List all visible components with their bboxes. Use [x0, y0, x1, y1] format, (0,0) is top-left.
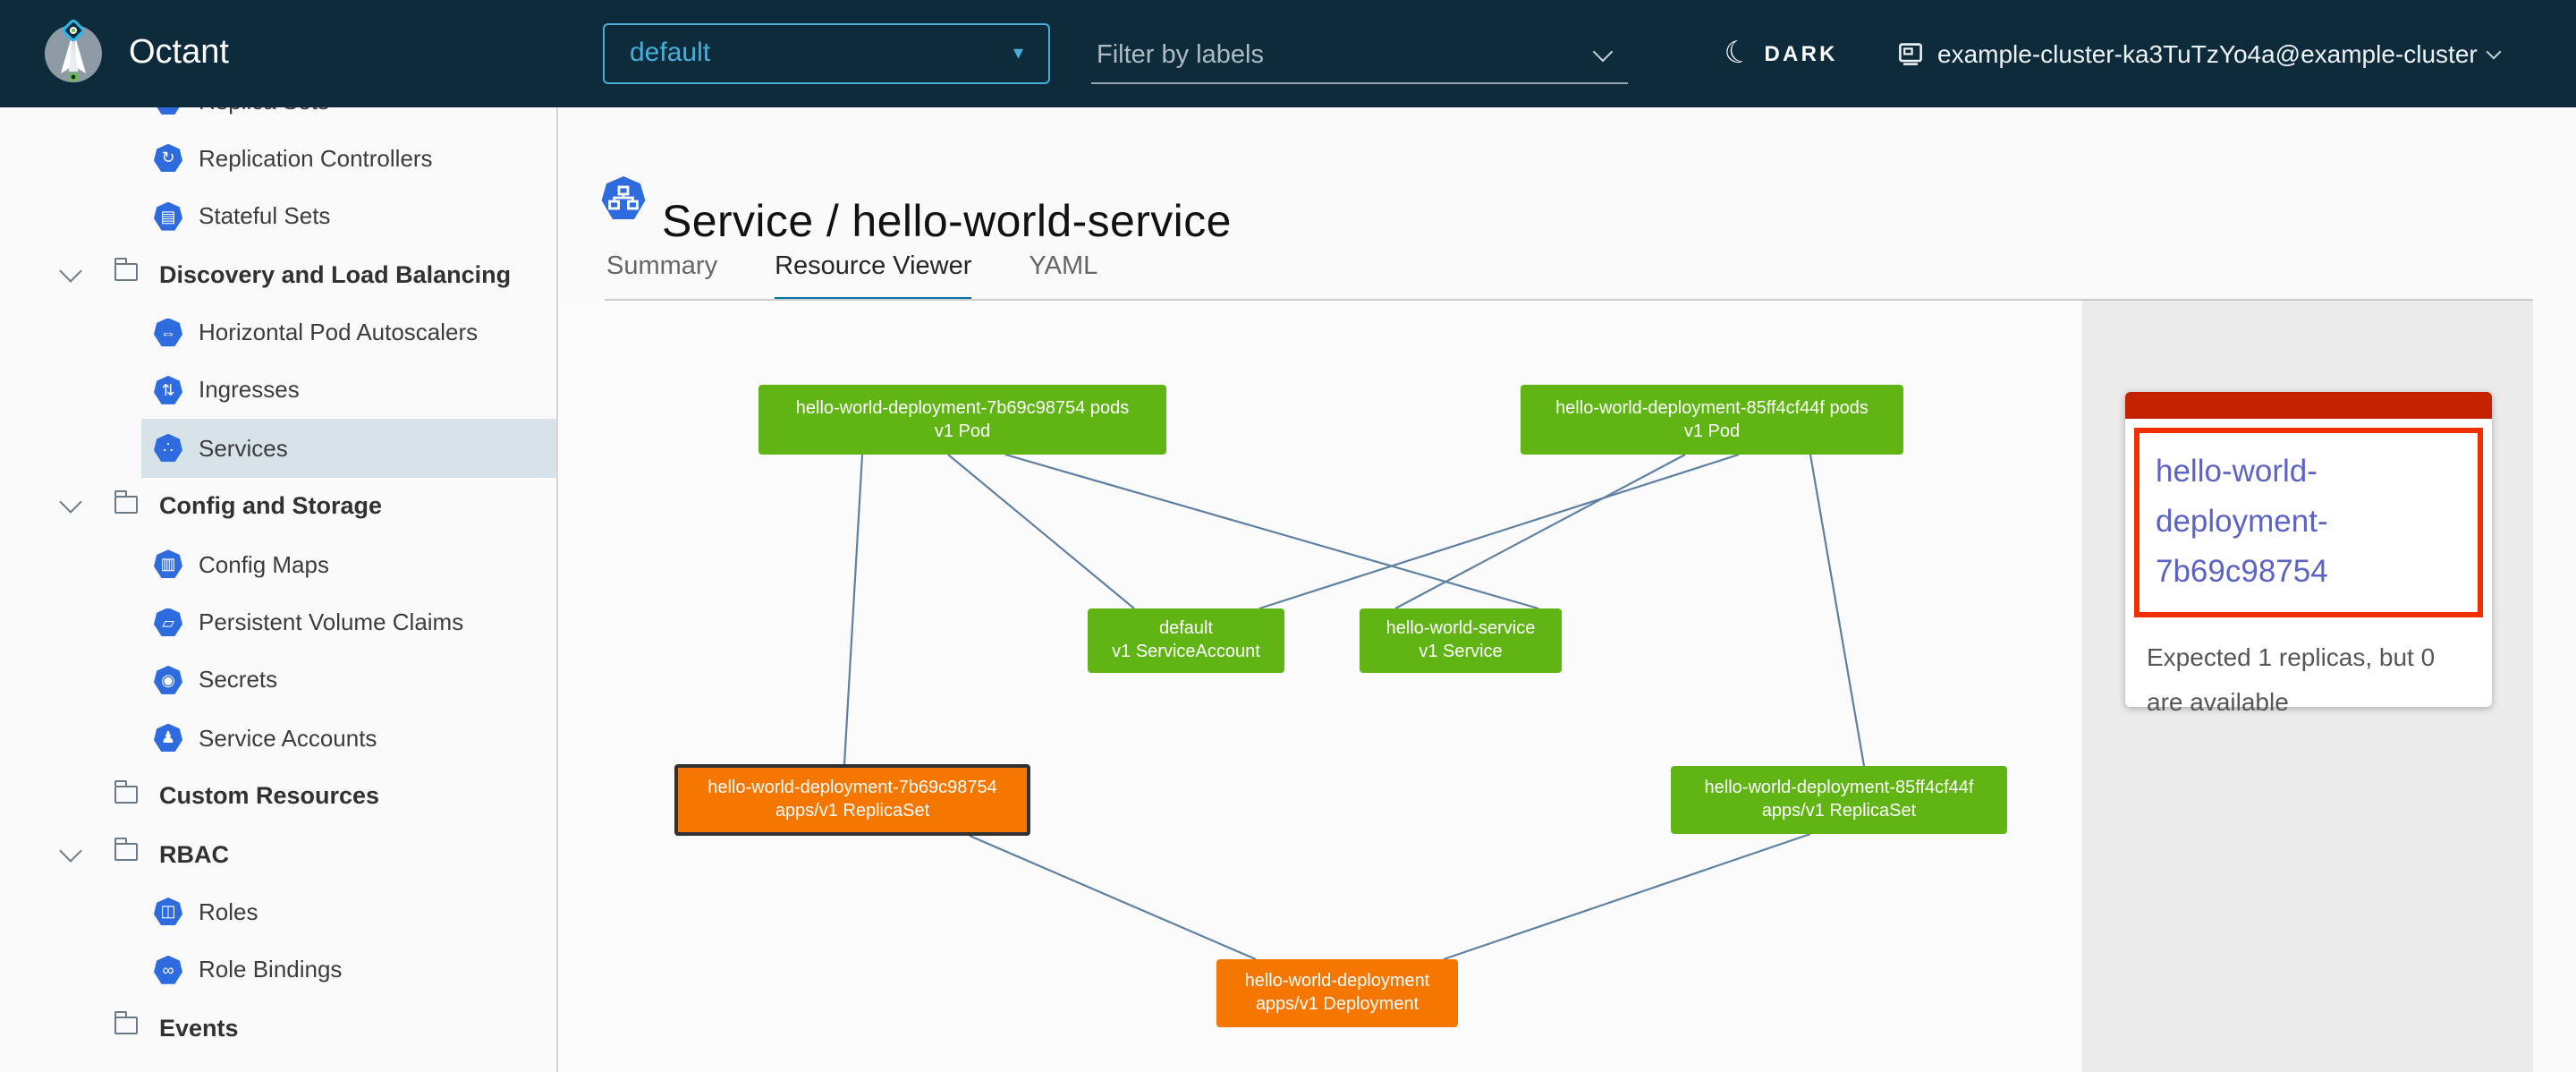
- folder-icon: [114, 1017, 138, 1035]
- sidebar-group-config-and-storage[interactable]: Config and Storage: [0, 477, 556, 535]
- header-bar: Octant default ▾ Filter by labels ☾ DARK…: [0, 0, 2576, 107]
- sidebar-item-roles[interactable]: ◫ Roles: [0, 883, 556, 941]
- sidebar-item-config-maps[interactable]: ▥ Config Maps: [0, 535, 556, 593]
- namespace-dropdown[interactable]: default ▾: [603, 23, 1050, 84]
- cluster-context-label: example-cluster-ka3TuTzYo4a@example-clus…: [1937, 39, 2478, 68]
- service-account-icon: ♟: [154, 724, 182, 753]
- sidebar-item-secrets[interactable]: ◉ Secrets: [0, 651, 556, 709]
- sidebar-item-persistent-volume-claims[interactable]: ▱ Persistent Volume Claims: [0, 593, 556, 651]
- sidebar-item-ingresses[interactable]: ⇅ Ingresses: [0, 362, 556, 420]
- graph-edge: [1005, 455, 1538, 608]
- resource-viewer-graph[interactable]: hello-world-deployment-7b69c98754 pods v…: [558, 301, 2082, 1072]
- graph-node-service-hello-world[interactable]: hello-world-service v1 Service: [1360, 608, 1562, 673]
- caret-down-icon: ▾: [1013, 25, 1023, 82]
- graph-node-serviceaccount-default[interactable]: default v1 ServiceAccount: [1088, 608, 1284, 673]
- sidebar-group-rbac[interactable]: RBAC: [0, 825, 556, 883]
- dark-theme-toggle[interactable]: ☾ DARK: [1724, 0, 1838, 107]
- sidebar-item-replication-controllers[interactable]: ↻ Replication Controllers: [0, 129, 556, 187]
- replica-warning-message: Expected 1 replicas, but 0 are available: [2125, 617, 2492, 743]
- alert-border-box: hello-world-deployment-7b69c98754: [2134, 428, 2483, 617]
- folder-icon: [114, 785, 138, 803]
- selected-node-card: hello-world-deployment-7b69c98754 Expect…: [2125, 392, 2492, 707]
- octant-logo-icon: [39, 20, 107, 88]
- node-detail-panel: hello-world-deployment-7b69c98754 Expect…: [2082, 301, 2533, 1072]
- graph-edge: [948, 455, 1134, 608]
- cluster-icon: [1896, 39, 1925, 68]
- graph-edge: [1810, 455, 1864, 766]
- graph-node-pod-85ff4cf44f[interactable]: hello-world-deployment-85ff4cf44f pods v…: [1521, 385, 1903, 455]
- sidebar-item-role-bindings[interactable]: ∞ Role Bindings: [0, 940, 556, 999]
- pvc-icon: ▱: [154, 608, 182, 636]
- ingress-icon: ⇅: [154, 376, 182, 404]
- sidebar-item-services[interactable]: ∴ Services: [0, 419, 556, 477]
- graph-edge: [1444, 834, 1810, 959]
- folder-icon: [114, 843, 138, 861]
- graph-edge: [844, 455, 862, 764]
- dark-label: DARK: [1765, 41, 1838, 66]
- graph-edge: [1259, 455, 1739, 608]
- replica-set-icon: ⊞: [154, 107, 182, 115]
- graph-node-replicaset-85ff4cf44f[interactable]: hello-world-deployment-85ff4cf44f apps/v…: [1671, 766, 2007, 834]
- sidebar-item-replica-sets[interactable]: ⊞ Replica Sets: [0, 107, 556, 129]
- config-map-icon: ▥: [154, 549, 182, 578]
- chevron-down-icon: [2486, 44, 2501, 59]
- role-icon: ◫: [154, 898, 182, 926]
- sidebar-group-events[interactable]: Events: [0, 999, 556, 1057]
- sidebar-item-service-accounts[interactable]: ♟ Service Accounts: [0, 709, 556, 767]
- secret-icon: ◉: [154, 666, 182, 694]
- role-binding-icon: ∞: [154, 956, 182, 984]
- sidebar-group-discovery-load-balancing[interactable]: Discovery and Load Balancing: [0, 245, 556, 303]
- chevron-down-icon[interactable]: [59, 491, 81, 514]
- graph-node-pod-7b69c98754[interactable]: hello-world-deployment-7b69c98754 pods v…: [758, 385, 1166, 455]
- graph-edge: [970, 836, 1256, 959]
- alert-status-bar: [2125, 392, 2492, 419]
- app-title: Octant: [129, 0, 229, 107]
- sidebar-item-stateful-sets[interactable]: ▤ Stateful Sets: [0, 187, 556, 245]
- chevron-down-icon[interactable]: [59, 259, 81, 282]
- selected-resource-link[interactable]: hello-world-deployment-7b69c98754: [2156, 446, 2462, 596]
- graph-node-replicaset-7b69c98754[interactable]: hello-world-deployment-7b69c98754 apps/v…: [674, 764, 1030, 836]
- graph-node-deployment-hello-world[interactable]: hello-world-deployment apps/v1 Deploymen…: [1216, 959, 1458, 1027]
- service-icon: [601, 175, 646, 220]
- folder-icon: [114, 263, 138, 281]
- stateful-set-icon: ▤: [154, 202, 182, 231]
- sidebar-item-horizontal-pod-autoscalers[interactable]: ⇔ Horizontal Pod Autoscalers: [0, 303, 556, 362]
- cluster-context-menu[interactable]: example-cluster-ka3TuTzYo4a@example-clus…: [1896, 0, 2499, 107]
- namespace-value: default: [630, 38, 710, 68]
- filter-placeholder: Filter by labels: [1091, 30, 1628, 81]
- moon-icon: ☾: [1721, 33, 1756, 74]
- sidebar-nav: ⊞ Replica Sets ↻ Replication Controllers…: [0, 107, 558, 1072]
- tab-yaml[interactable]: YAML: [1029, 252, 1097, 302]
- page-title: Service / hello-world-service: [662, 197, 1232, 249]
- tab-bar: Summary Resource Viewer YAML: [606, 252, 1097, 302]
- tab-resource-viewer[interactable]: Resource Viewer: [775, 252, 971, 302]
- sidebar-group-custom-resources[interactable]: Custom Resources: [0, 767, 556, 825]
- hpa-icon: ⇔: [154, 318, 182, 346]
- folder-icon: [114, 495, 138, 513]
- tab-summary[interactable]: Summary: [606, 252, 717, 302]
- service-icon: ∴: [154, 434, 182, 463]
- chevron-down-icon[interactable]: [59, 838, 81, 861]
- filter-labels-input[interactable]: Filter by labels: [1091, 30, 1628, 84]
- graph-edge: [1395, 455, 1685, 608]
- replication-controller-icon: ↻: [154, 144, 182, 173]
